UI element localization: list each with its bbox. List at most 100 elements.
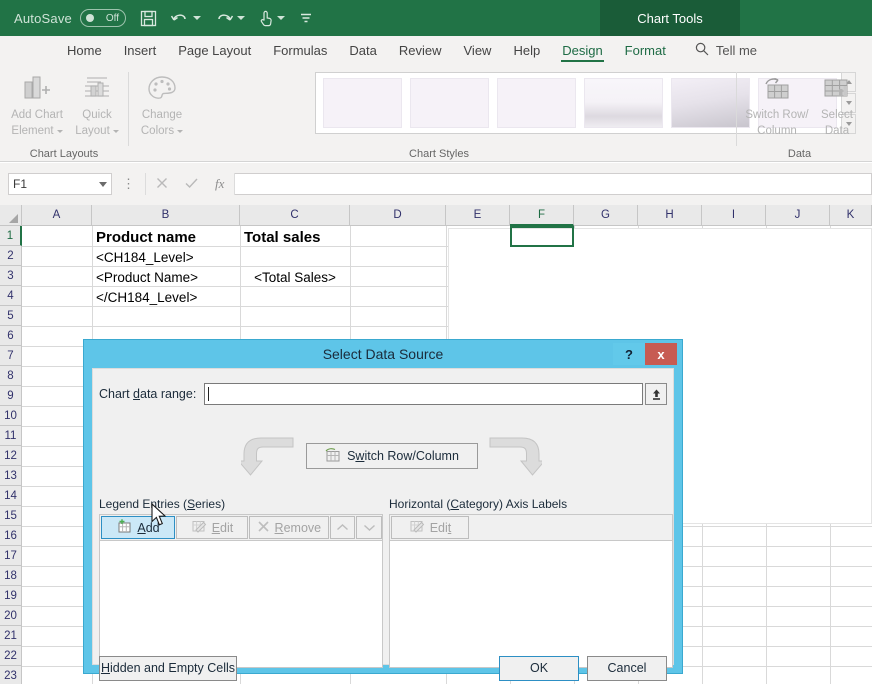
insert-function-icon[interactable]: fx (215, 176, 224, 192)
column-header-j[interactable]: J (766, 205, 830, 226)
add-series-button[interactable]: Add (101, 516, 175, 539)
column-header-i[interactable]: I (702, 205, 766, 226)
cell-c1[interactable]: Total sales (241, 227, 349, 247)
tab-home[interactable]: Home (56, 37, 113, 64)
redo-icon[interactable] (215, 0, 234, 36)
save-icon[interactable] (140, 0, 157, 36)
tab-insert[interactable]: Insert (113, 37, 168, 64)
row-header-20[interactable]: 20 (0, 606, 22, 626)
ribbon-group-data: Switch Row/ Column Select Data Data (737, 64, 862, 162)
row-header-9[interactable]: 9 (0, 386, 22, 406)
column-header-d[interactable]: D (350, 205, 446, 226)
tab-page-layout[interactable]: Page Layout (167, 37, 262, 64)
cell-c3[interactable]: <Total Sales> (241, 267, 349, 287)
row-header-2[interactable]: 2 (0, 246, 22, 266)
add-series-label: Add (137, 521, 159, 535)
chart-data-range-input[interactable] (204, 383, 643, 405)
autosave-toggle[interactable]: Off (80, 9, 126, 27)
dialog-help-button[interactable]: ? (613, 343, 645, 365)
select-all-corner[interactable] (0, 205, 22, 226)
row-header-12[interactable]: 12 (0, 446, 22, 466)
row-header-15[interactable]: 15 (0, 506, 22, 526)
row-header-19[interactable]: 19 (0, 586, 22, 606)
switch-row-column-area: Switch Row/Column (99, 431, 667, 481)
tab-formulas[interactable]: Formulas (262, 37, 338, 64)
column-header-f[interactable]: F (510, 205, 574, 226)
enter-icon[interactable] (185, 177, 198, 192)
column-header-b[interactable]: B (92, 205, 240, 226)
row-header-3[interactable]: 3 (0, 266, 22, 286)
chevron-up-icon (336, 521, 349, 535)
switch-row-column-button[interactable]: Switch Row/ Column (741, 72, 813, 144)
move-series-up-button[interactable] (330, 516, 356, 539)
row-header-13[interactable]: 13 (0, 466, 22, 486)
column-header-g[interactable]: G (574, 205, 638, 226)
undo-dropdown-icon[interactable] (193, 0, 201, 36)
row-header-7[interactable]: 7 (0, 346, 22, 366)
column-header-a[interactable]: A (22, 205, 92, 226)
row-header-5[interactable]: 5 (0, 306, 22, 326)
row-header-18[interactable]: 18 (0, 566, 22, 586)
name-box[interactable]: F1 (8, 173, 112, 195)
row-header-17[interactable]: 17 (0, 546, 22, 566)
axis-labels-list[interactable] (389, 540, 673, 668)
formula-input[interactable] (235, 173, 872, 195)
column-header-e[interactable]: E (446, 205, 510, 226)
touch-mode-icon[interactable] (259, 0, 274, 36)
hidden-and-empty-cells-button[interactable]: Hidden and Empty Cells (99, 656, 237, 681)
move-series-down-button[interactable] (356, 516, 382, 539)
axis-labels-label: Horizontal (Category) Axis Labels (389, 497, 673, 511)
column-header-c[interactable]: C (240, 205, 350, 226)
dialog-close-button[interactable]: x (645, 343, 677, 365)
change-colors-button[interactable]: Change Colors (131, 72, 193, 144)
row-header-8[interactable]: 8 (0, 366, 22, 386)
cancel-button[interactable]: Cancel (587, 656, 667, 681)
customize-qat-icon[interactable] (299, 0, 313, 36)
formula-bar-grip[interactable]: ⋮ (122, 176, 135, 192)
legend-entries-panel: Legend Entries (Series) Add Edit (99, 497, 383, 668)
row-header-11[interactable]: 11 (0, 426, 22, 446)
column-header-k[interactable]: K (830, 205, 872, 226)
redo-dropdown-icon[interactable] (237, 0, 245, 36)
cancel-icon[interactable] (156, 177, 168, 192)
switch-row-column-button[interactable]: Switch Row/Column (306, 443, 478, 469)
column-header-h[interactable]: H (638, 205, 702, 226)
chart-style-thumbnail[interactable] (410, 78, 489, 128)
cell-b1[interactable]: Product name (93, 227, 239, 247)
add-chart-element-button[interactable]: Add Chart Element (6, 72, 68, 144)
tell-me-search[interactable]: Tell me (695, 37, 757, 64)
tab-design[interactable]: Design (551, 37, 613, 64)
tab-data[interactable]: Data (338, 37, 387, 64)
row-header-22[interactable]: 22 (0, 646, 22, 666)
row-header-4[interactable]: 4 (0, 286, 22, 306)
edit-axis-labels-button[interactable]: Edit (391, 516, 469, 539)
edit-series-button[interactable]: Edit (176, 516, 248, 539)
chart-style-thumbnail[interactable] (497, 78, 576, 128)
row-header-1[interactable]: 1 (0, 226, 22, 246)
row-header-21[interactable]: 21 (0, 626, 22, 646)
row-header-6[interactable]: 6 (0, 326, 22, 346)
row-header-23[interactable]: 23 (0, 666, 22, 684)
remove-series-button[interactable]: Remove (249, 516, 329, 539)
chart-style-thumbnail[interactable] (323, 78, 402, 128)
chart-style-thumbnail[interactable] (584, 78, 663, 128)
tab-help[interactable]: Help (502, 37, 551, 64)
touch-mode-dropdown-icon[interactable] (277, 0, 285, 36)
undo-icon[interactable] (171, 0, 190, 36)
chevron-down-icon[interactable] (99, 182, 107, 187)
tab-review[interactable]: Review (388, 37, 453, 64)
ok-button[interactable]: OK (499, 656, 579, 681)
cell-b3[interactable]: <Product Name> (93, 267, 239, 287)
cell-b4[interactable]: </CH184_Level> (93, 287, 239, 307)
select-data-button[interactable]: Select Data (815, 72, 859, 144)
row-header-14[interactable]: 14 (0, 486, 22, 506)
legend-entries-list[interactable] (99, 540, 383, 668)
row-header-10[interactable]: 10 (0, 406, 22, 426)
quick-layout-button[interactable]: Quick Layout (66, 72, 128, 144)
tab-view[interactable]: View (453, 37, 503, 64)
row-header-16[interactable]: 16 (0, 526, 22, 546)
tab-format[interactable]: Format (614, 37, 677, 64)
cell-b2[interactable]: <CH184_Level> (93, 247, 239, 267)
collapse-dialog-icon[interactable] (645, 383, 667, 405)
chevron-down-icon (363, 521, 376, 535)
